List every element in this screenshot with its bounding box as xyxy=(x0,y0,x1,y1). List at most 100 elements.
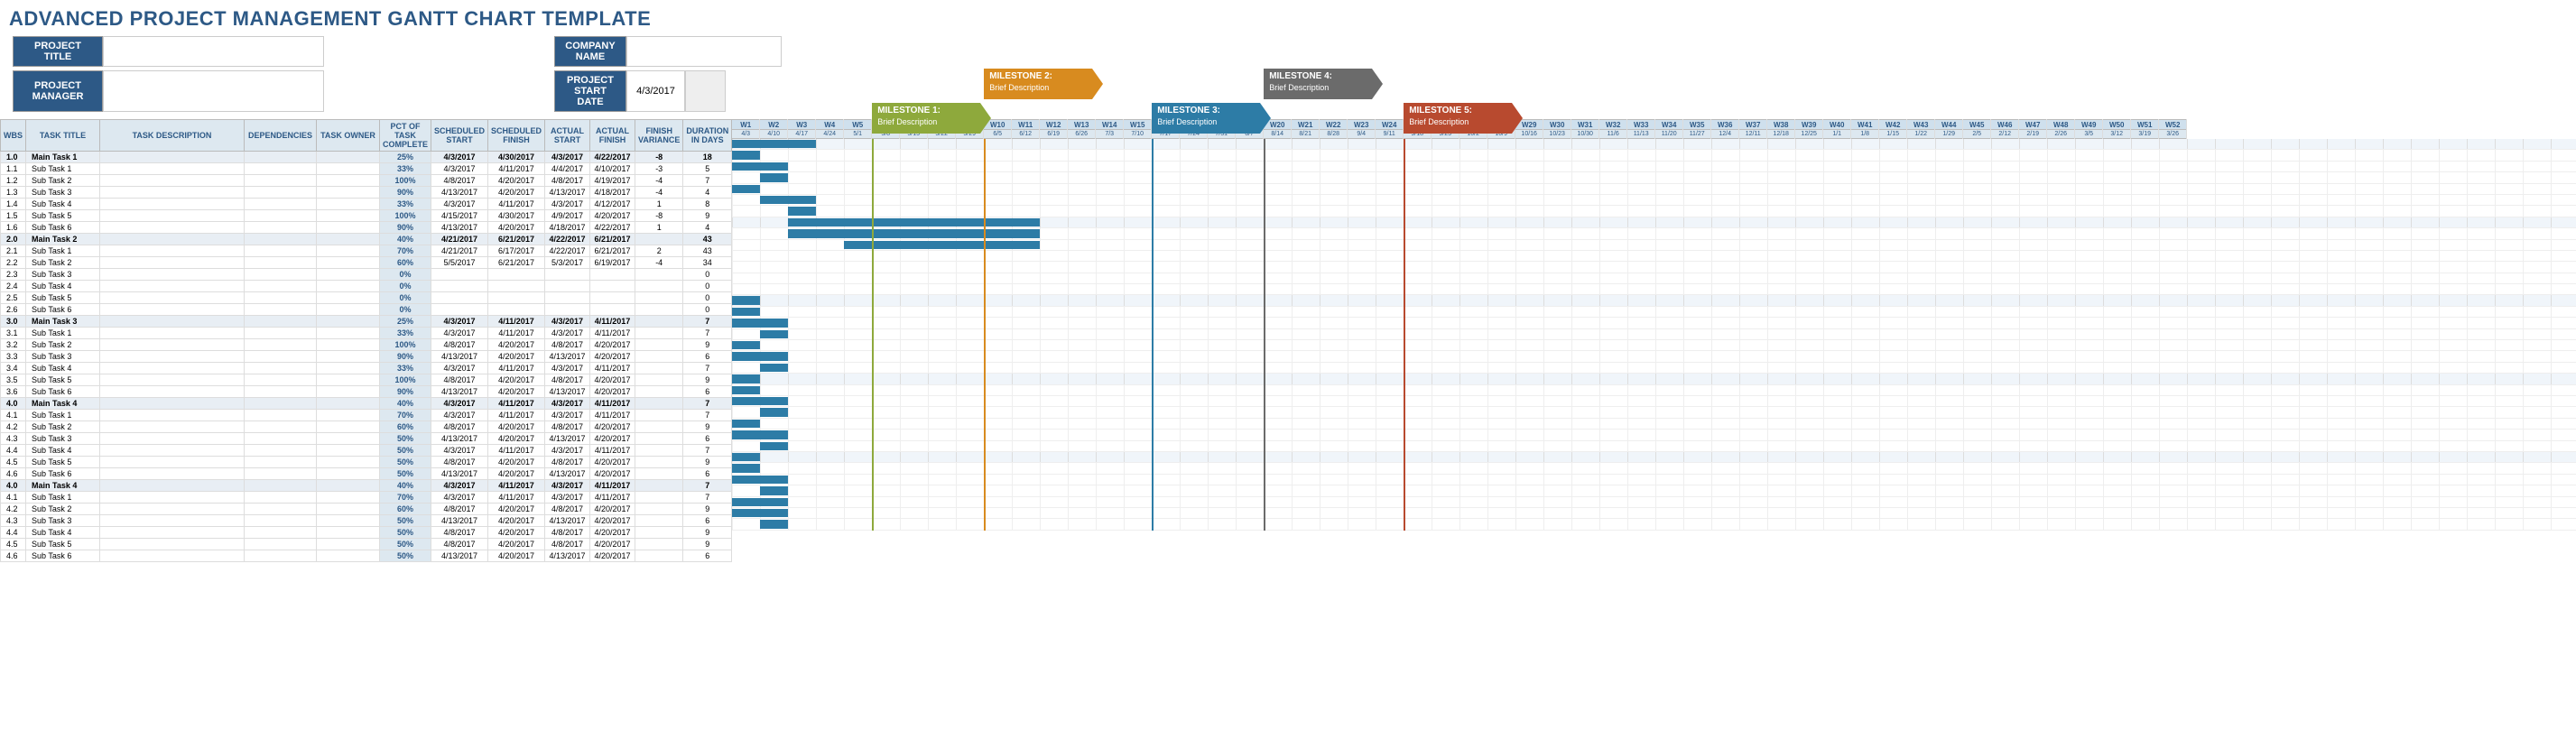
cell-ss[interactable]: 4/13/2017 xyxy=(431,433,488,445)
gantt-row[interactable] xyxy=(732,273,2576,284)
col-header[interactable]: ACTUAL START xyxy=(545,120,590,152)
cell-af[interactable]: 4/20/2017 xyxy=(590,468,635,480)
week-column[interactable]: W411/8 xyxy=(1851,119,1879,139)
cell-ss[interactable]: 4/8/2017 xyxy=(431,504,488,515)
cell-ss[interactable]: 4/8/2017 xyxy=(431,374,488,386)
gantt-bar[interactable] xyxy=(732,341,760,349)
cell-fv[interactable]: -4 xyxy=(635,187,683,199)
week-column[interactable]: W493/5 xyxy=(2075,119,2103,139)
cell-pct[interactable]: 0% xyxy=(380,269,431,281)
cell-as[interactable]: 4/8/2017 xyxy=(545,175,590,187)
table-row[interactable]: 3.0Main Task 325%4/3/20174/11/20174/3/20… xyxy=(1,316,732,328)
cell-owner[interactable] xyxy=(317,374,380,386)
week-column[interactable]: W126/19 xyxy=(1040,119,1068,139)
cell-dep[interactable] xyxy=(245,363,317,374)
gantt-row[interactable] xyxy=(732,351,2576,362)
cell-af[interactable]: 4/20/2017 xyxy=(590,515,635,527)
cell-sf[interactable]: 4/30/2017 xyxy=(488,152,545,163)
cell-af[interactable]: 4/20/2017 xyxy=(590,527,635,539)
gantt-bar[interactable] xyxy=(760,173,788,181)
cell-task[interactable]: Sub Task 4 xyxy=(26,445,100,457)
gantt-bar[interactable] xyxy=(732,397,788,405)
cell-af[interactable]: 4/18/2017 xyxy=(590,187,635,199)
cell-fv[interactable] xyxy=(635,292,683,304)
gantt-row[interactable] xyxy=(732,430,2576,440)
gantt-bar[interactable] xyxy=(732,498,788,506)
cell-dur[interactable]: 9 xyxy=(683,539,732,550)
cell-wbs[interactable]: 3.3 xyxy=(1,351,26,363)
week-column[interactable]: W441/29 xyxy=(1935,119,1963,139)
cell-owner[interactable] xyxy=(317,222,380,234)
task-table[interactable]: WBSTASK TITLETASK DESCRIPTIONDEPENDENCIE… xyxy=(0,119,732,562)
week-column[interactable]: W239/4 xyxy=(1348,119,1376,139)
cell-dur[interactable]: 43 xyxy=(683,234,732,245)
cell-as[interactable]: 4/3/2017 xyxy=(545,398,590,410)
cell-ss[interactable]: 4/13/2017 xyxy=(431,386,488,398)
cell-af[interactable]: 4/11/2017 xyxy=(590,363,635,374)
project-manager-input[interactable] xyxy=(103,70,324,112)
cell-af[interactable]: 4/11/2017 xyxy=(590,328,635,339)
cell-desc[interactable] xyxy=(100,210,245,222)
gantt-row[interactable] xyxy=(732,340,2576,351)
cell-af[interactable]: 4/20/2017 xyxy=(590,457,635,468)
cell-fv[interactable] xyxy=(635,457,683,468)
cell-dur[interactable]: 4 xyxy=(683,222,732,234)
cell-ss[interactable]: 4/13/2017 xyxy=(431,515,488,527)
cell-dep[interactable] xyxy=(245,527,317,539)
cell-task[interactable]: Sub Task 3 xyxy=(26,351,100,363)
cell-desc[interactable] xyxy=(100,550,245,562)
cell-af[interactable]: 4/11/2017 xyxy=(590,410,635,421)
cell-task[interactable]: Sub Task 6 xyxy=(26,222,100,234)
cell-wbs[interactable]: 2.2 xyxy=(1,257,26,269)
table-row[interactable]: 3.1Sub Task 133%4/3/20174/11/20174/3/201… xyxy=(1,328,732,339)
cell-task[interactable]: Main Task 2 xyxy=(26,234,100,245)
cell-dep[interactable] xyxy=(245,504,317,515)
cell-task[interactable]: Sub Task 4 xyxy=(26,527,100,539)
cell-pct[interactable]: 90% xyxy=(380,222,431,234)
cell-fv[interactable] xyxy=(635,515,683,527)
cell-ss[interactable]: 4/13/2017 xyxy=(431,351,488,363)
cell-owner[interactable] xyxy=(317,386,380,398)
week-column[interactable]: W421/15 xyxy=(1879,119,1907,139)
cell-owner[interactable] xyxy=(317,351,380,363)
cell-dep[interactable] xyxy=(245,515,317,527)
table-row[interactable]: 4.6Sub Task 650%4/13/20174/20/20174/13/2… xyxy=(1,468,732,480)
table-row[interactable]: 2.4Sub Task 40%0 xyxy=(1,281,732,292)
cell-fv[interactable]: -8 xyxy=(635,152,683,163)
cell-pct[interactable]: 90% xyxy=(380,351,431,363)
cell-task[interactable]: Sub Task 3 xyxy=(26,433,100,445)
cell-af[interactable]: 4/19/2017 xyxy=(590,175,635,187)
table-row[interactable]: 1.2Sub Task 2100%4/8/20174/20/20174/8/20… xyxy=(1,175,732,187)
cell-dep[interactable] xyxy=(245,257,317,269)
cell-ss[interactable]: 4/3/2017 xyxy=(431,152,488,163)
project-title-input[interactable] xyxy=(103,36,324,67)
cell-task[interactable]: Sub Task 5 xyxy=(26,210,100,222)
cell-ss[interactable] xyxy=(431,281,488,292)
gantt-row[interactable] xyxy=(732,307,2576,318)
cell-owner[interactable] xyxy=(317,152,380,163)
cell-sf[interactable]: 4/20/2017 xyxy=(488,175,545,187)
week-column[interactable]: W24/10 xyxy=(760,119,788,139)
gantt-row[interactable] xyxy=(732,262,2576,273)
gantt-row[interactable] xyxy=(732,240,2576,251)
cell-fv[interactable] xyxy=(635,421,683,433)
col-header[interactable]: SCHEDULED START xyxy=(431,120,488,152)
cell-wbs[interactable]: 3.6 xyxy=(1,386,26,398)
cell-as[interactable]: 4/13/2017 xyxy=(545,187,590,199)
gantt-row[interactable] xyxy=(732,441,2576,452)
table-row[interactable]: 4.6Sub Task 650%4/13/20174/20/20174/13/2… xyxy=(1,550,732,562)
cell-dur[interactable]: 18 xyxy=(683,152,732,163)
cell-desc[interactable] xyxy=(100,527,245,539)
week-column[interactable]: W462/12 xyxy=(1991,119,2019,139)
cell-dep[interactable] xyxy=(245,245,317,257)
cell-dur[interactable]: 9 xyxy=(683,374,732,386)
cell-task[interactable]: Main Task 4 xyxy=(26,398,100,410)
gantt-bar[interactable] xyxy=(732,464,760,472)
cell-task[interactable]: Sub Task 1 xyxy=(26,492,100,504)
cell-wbs[interactable]: 1.2 xyxy=(1,175,26,187)
cell-dur[interactable]: 7 xyxy=(683,328,732,339)
cell-pct[interactable]: 25% xyxy=(380,316,431,328)
cell-pct[interactable]: 40% xyxy=(380,234,431,245)
cell-fv[interactable] xyxy=(635,374,683,386)
week-column[interactable]: W218/21 xyxy=(1292,119,1320,139)
